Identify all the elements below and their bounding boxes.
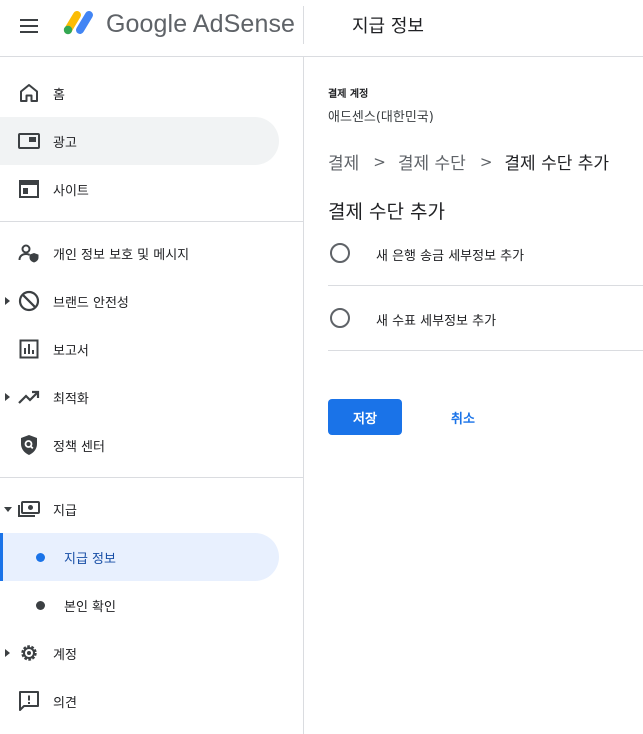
sidebar-item-label: 사이트 [53, 184, 89, 199]
breadcrumb-current: 결제 수단 추가 [504, 154, 610, 174]
expand-caret-icon[interactable] [5, 649, 10, 657]
billing-account-value: 애드센스(대한민국) [328, 110, 434, 125]
sidebar-item-label: 지급 [53, 504, 77, 519]
sidebar-item-account[interactable]: 계정 [0, 629, 279, 677]
header-divider [303, 6, 304, 44]
privacy-messaging-icon [18, 244, 39, 263]
sidebar-item-label: 광고 [53, 136, 77, 151]
option-label: 새 은행 송금 세부정보 추가 [376, 249, 525, 264]
trending-up-icon [18, 390, 40, 404]
cancel-button[interactable]: 취소 [432, 399, 494, 435]
option-divider [328, 350, 643, 351]
option-bank-transfer[interactable]: 새 은행 송금 세부정보 추가 [328, 221, 643, 285]
sidebar-item-label: 의견 [53, 696, 77, 711]
sidebar-item-feedback[interactable]: 의견 [0, 677, 279, 725]
expand-caret-icon[interactable] [5, 297, 10, 305]
feedback-icon [19, 691, 39, 711]
hamburger-menu-icon[interactable] [18, 14, 42, 38]
adsense-logo-icon [63, 11, 93, 35]
sidebar-item-sites[interactable]: 사이트 [0, 165, 279, 213]
expand-caret-icon[interactable] [5, 393, 10, 401]
sidebar-item-payments[interactable]: 지급 [0, 485, 279, 533]
ads-icon [18, 133, 40, 149]
sidebar-divider [0, 477, 303, 478]
block-icon [18, 290, 40, 312]
sidebar-item-label: 지급 정보 [64, 552, 116, 567]
reports-icon [19, 339, 39, 359]
page-title: 지급 정보 [352, 16, 424, 37]
option-check[interactable]: 새 수표 세부정보 추가 [328, 286, 643, 350]
sidebar-nav: 홈 광고 사이트 개인 정보 보호 및 메시지 브랜드 안전성 보고서 최적화 … [0, 57, 304, 734]
radio-button[interactable] [330, 243, 350, 263]
save-button[interactable]: 저장 [328, 399, 402, 435]
sidebar-subitem-payment-info[interactable]: 지급 정보 [0, 533, 279, 581]
sidebar-item-home[interactable]: 홈 [0, 69, 279, 117]
collapse-caret-icon[interactable] [4, 507, 12, 512]
home-icon [20, 84, 38, 102]
breadcrumb-link-payment-methods[interactable]: 결제 수단 [398, 149, 466, 174]
payments-icon [18, 501, 40, 517]
bullet-dot-icon [36, 553, 45, 562]
brand-name: Google AdSense [106, 10, 296, 38]
selection-indicator [0, 533, 3, 581]
sidebar-item-label: 최적화 [53, 392, 89, 407]
sidebar-item-optimization[interactable]: 최적화 [0, 373, 279, 421]
chevron-right-icon: > [373, 152, 386, 171]
option-label: 새 수표 세부정보 추가 [376, 314, 497, 329]
chevron-right-icon: > [479, 152, 493, 171]
sidebar-item-label: 브랜드 안전성 [53, 296, 129, 311]
sidebar-item-label: 정책 센터 [53, 440, 105, 455]
sidebar-item-label: 개인 정보 보호 및 메시지 [53, 248, 190, 263]
breadcrumb-link-billing[interactable]: 결제 [328, 149, 359, 174]
sidebar-item-ads[interactable]: 광고 [0, 117, 279, 165]
sidebar-item-privacy-messaging[interactable]: 개인 정보 보호 및 메시지 [0, 229, 279, 277]
sidebar-item-brand-safety[interactable]: 브랜드 안전성 [0, 277, 279, 325]
sidebar-item-label: 계정 [53, 648, 77, 663]
sidebar-item-label: 본인 확인 [64, 600, 116, 615]
top-app-bar: Google AdSense 지급 정보 [0, 0, 643, 57]
sites-icon [19, 180, 39, 198]
billing-account-label: 결제 계정 [328, 89, 369, 100]
policy-shield-icon [21, 435, 37, 455]
breadcrumb: 결제 > 결제 수단 > 결제 수단 추가 [328, 149, 610, 175]
gear-icon [21, 645, 37, 661]
section-title: 결제 수단 추가 [328, 201, 445, 223]
sidebar-divider [0, 221, 303, 222]
sidebar-item-label: 보고서 [53, 344, 89, 359]
sidebar-item-label: 홈 [53, 88, 65, 103]
main-content: 결제 계정 애드센스(대한민국) 결제 > 결제 수단 > 결제 수단 추가 결… [304, 57, 643, 734]
sidebar-item-policy-center[interactable]: 정책 센터 [0, 421, 279, 469]
sidebar-item-reports[interactable]: 보고서 [0, 325, 279, 373]
bullet-dot-icon [36, 601, 45, 610]
sidebar-subitem-identity-verification[interactable]: 본인 확인 [0, 581, 279, 629]
radio-button[interactable] [330, 308, 350, 328]
